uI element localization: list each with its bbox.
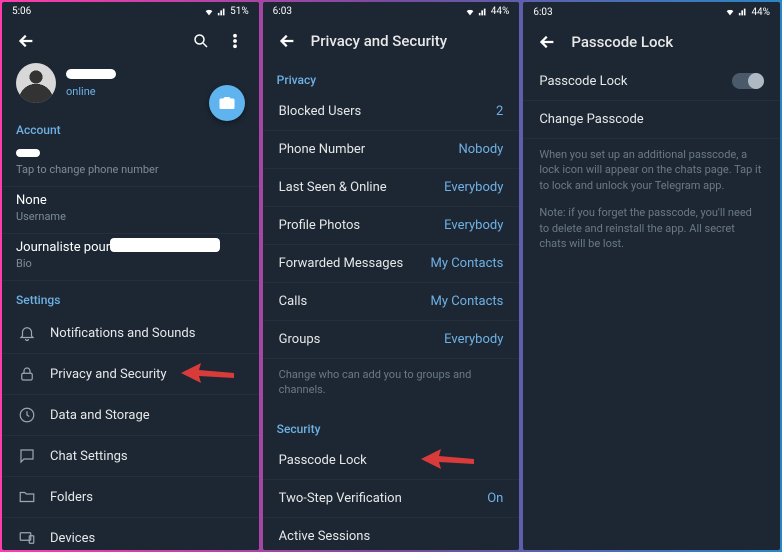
devices-icon [18,529,36,547]
row-forwarded[interactable]: Forwarded MessagesMy Contacts [263,245,520,283]
row-groups[interactable]: GroupsEverybody [263,321,520,359]
bio-sub: Bio [16,257,245,270]
back-icon[interactable] [277,31,297,51]
battery-text: 44% [751,7,770,18]
status-bar: 5:06 51% [2,2,259,21]
chat-icon [18,447,36,465]
more-icon[interactable] [225,31,245,51]
privacy-hint: Change who can add you to groups and cha… [263,359,520,410]
wifi-icon [204,7,214,17]
passcode-hint-2: Note: if you forget the passcode, you'll… [523,205,780,263]
avatar[interactable] [16,63,56,103]
signal-icon [478,7,488,17]
camera-icon [218,94,236,112]
row-calls[interactable]: CallsMy Contacts [263,283,520,321]
bio-field[interactable]: Journaliste pour Bio [2,234,259,281]
data-icon [18,406,36,424]
status-time: 6:03 [273,6,292,17]
status-bar: 6:03 44% [263,2,520,21]
passcode-pane: 6:03 44% Passcode Lock Passcode Lock Cha… [523,2,780,550]
wifi-icon [465,7,475,17]
passcode-toggle[interactable] [732,73,764,89]
search-icon[interactable] [191,31,211,51]
sidebar-item-notifications[interactable]: Notifications and Sounds [2,313,259,354]
page-title: Passcode Lock [571,33,673,51]
username-field[interactable]: None Username [2,187,259,234]
app-header: Privacy and Security [263,21,520,61]
bell-icon [18,324,36,342]
security-header: Security [263,410,520,442]
passcode-hint-1: When you set up an additional passcode, … [523,139,780,205]
profile-header[interactable]: online [2,61,259,111]
status-text: online [66,85,126,98]
privacy-pane: 6:03 44% Privacy and Security Privacy Bl… [263,2,520,550]
battery-text: 51% [230,6,249,17]
page-title: Privacy and Security [311,32,447,50]
status-right: 51% [204,6,249,17]
lock-icon [18,365,36,383]
back-icon[interactable] [16,31,36,51]
camera-button[interactable] [209,85,245,121]
row-blocked-users[interactable]: Blocked Users2 [263,93,520,131]
username-value: None [16,193,245,208]
status-bar: 6:03 44% [523,2,780,22]
sidebar-item-privacy[interactable]: Privacy and Security [2,354,259,395]
username-sub: Username [16,210,245,223]
sidebar-item-devices[interactable]: Devices [2,518,259,550]
row-last-seen[interactable]: Last Seen & OnlineEverybody [263,169,520,207]
settings-pane: 5:06 51% online Account [2,2,259,550]
wifi-icon [725,7,735,17]
status-time: 6:03 [533,7,552,18]
row-passcode-toggle[interactable]: Passcode Lock [523,62,780,101]
sidebar-item-data[interactable]: Data and Storage [2,395,259,436]
app-header: Passcode Lock [523,22,780,62]
app-header [2,21,259,61]
privacy-header: Privacy [263,61,520,93]
sidebar-item-chat[interactable]: Chat Settings [2,436,259,477]
row-profile-photos[interactable]: Profile PhotosEverybody [263,207,520,245]
battery-text: 44% [491,6,510,17]
signal-icon [217,7,227,17]
phone-sub: Tap to change phone number [16,163,245,176]
status-time: 5:06 [12,6,31,17]
row-active-sessions[interactable]: Active Sessions [263,518,520,550]
row-change-passcode[interactable]: Change Passcode [523,101,780,139]
row-phone-number[interactable]: Phone NumberNobody [263,131,520,169]
row-two-step[interactable]: Two-Step VerificationOn [263,480,520,518]
phone-field[interactable]: Tap to change phone number [2,143,259,187]
back-icon[interactable] [537,32,557,52]
row-passcode-lock[interactable]: Passcode Lock [263,442,520,480]
folder-icon [18,488,36,506]
settings-header: Settings [2,281,259,313]
sidebar-item-folders[interactable]: Folders [2,477,259,518]
signal-icon [738,7,748,17]
